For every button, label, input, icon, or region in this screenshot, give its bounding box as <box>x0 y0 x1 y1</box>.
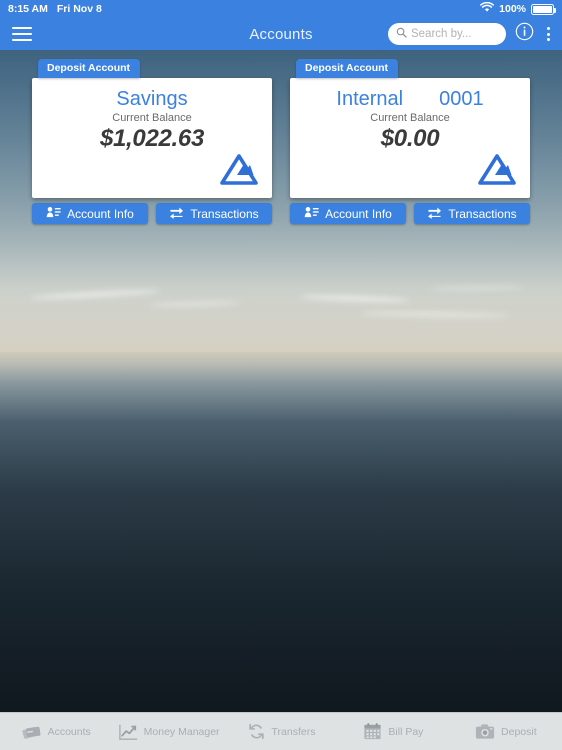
search-input-container[interactable] <box>388 23 506 45</box>
mountain-logo-icon <box>218 153 260 192</box>
battery-icon <box>531 3 557 15</box>
account-type-tab: Deposit Account <box>296 59 399 78</box>
calendar-icon <box>363 722 382 741</box>
cloud-wisp <box>429 285 526 291</box>
search-icon <box>396 25 407 43</box>
account-info-button-label: Account Info <box>325 206 392 221</box>
cloud-wisp <box>299 294 411 303</box>
tab-money-manager[interactable]: Money Manager <box>112 713 224 750</box>
cloud-wisp <box>149 300 241 308</box>
status-time: 8:15 AM <box>8 3 48 15</box>
mountain-logo-icon <box>476 153 518 192</box>
info-circle-icon[interactable] <box>515 22 534 46</box>
transactions-icon <box>169 206 184 222</box>
transactions-button[interactable]: Transactions <box>414 203 530 224</box>
refresh-arrows-icon <box>247 722 266 741</box>
tab-bill-pay[interactable]: Bill Pay <box>337 713 449 750</box>
tab-accounts-label: Accounts <box>47 725 91 738</box>
account-title-row: Savings <box>32 88 272 111</box>
balance-label: Current Balance <box>112 112 192 124</box>
account-type-tab: Deposit Account <box>38 59 141 78</box>
mountain-ridge-far <box>0 370 562 496</box>
transactions-button[interactable]: Transactions <box>156 203 272 224</box>
more-vertical-icon[interactable] <box>543 25 554 42</box>
tab-money-manager-label: Money Manager <box>143 725 220 738</box>
account-info-icon <box>304 206 319 221</box>
account-card: Deposit Account Internal 0001 Current Ba… <box>290 58 530 224</box>
mountain-ridge-mid <box>0 468 562 620</box>
tab-accounts[interactable]: Accounts <box>0 713 112 750</box>
account-info-button[interactable]: Account Info <box>32 203 148 224</box>
account-balance: $1,022.63 <box>99 125 205 152</box>
account-info-button[interactable]: Account Info <box>290 203 406 224</box>
chart-line-icon <box>118 723 138 741</box>
account-card-body[interactable]: Internal 0001 Current Balance $0.00 <box>290 78 530 198</box>
transactions-button-label: Transactions <box>448 206 517 221</box>
tab-transfers[interactable]: Transfers <box>225 713 337 750</box>
battery-percent: 100% <box>499 3 526 15</box>
cloud-wisp <box>29 288 161 301</box>
tab-deposit[interactable]: Deposit <box>450 713 562 750</box>
account-info-icon <box>46 206 61 221</box>
valley-mist <box>0 500 562 590</box>
navigation-bar: Accounts <box>0 18 562 50</box>
hamburger-menu-icon[interactable] <box>8 22 36 46</box>
account-card: Deposit Account Savings Current Balance … <box>32 58 272 224</box>
wifi-icon <box>480 1 495 16</box>
account-balance: $0.00 <box>380 125 440 152</box>
accounts-card-list: Deposit Account Savings Current Balance … <box>0 58 562 224</box>
tab-deposit-label: Deposit <box>501 725 537 738</box>
tab-bill-pay-label: Bill Pay <box>388 725 424 738</box>
account-number: 0001 <box>439 88 484 110</box>
status-bar: 8:15 AM Fri Nov 8 100% <box>0 0 562 18</box>
account-card-body[interactable]: Savings Current Balance $1,022.63 <box>32 78 272 198</box>
tab-transfers-label: Transfers <box>271 725 316 738</box>
account-actions: Account Info Transactions <box>290 203 530 224</box>
camera-icon <box>475 723 495 740</box>
status-date: Fri Nov 8 <box>56 3 102 15</box>
account-title-row: Internal 0001 <box>290 88 530 111</box>
transactions-button-label: Transactions <box>190 206 259 221</box>
bottom-tab-bar: Accounts Money Manager Transfers Bill Pa… <box>0 712 562 750</box>
account-info-button-label: Account Info <box>67 206 134 221</box>
balance-label: Current Balance <box>370 112 450 124</box>
cards-icon <box>21 723 42 741</box>
account-actions: Account Info Transactions <box>32 203 272 224</box>
app-root: 8:15 AM Fri Nov 8 100% Accounts Search b… <box>0 0 562 750</box>
mountain-ridge-far-secondary <box>0 437 562 542</box>
transactions-icon <box>427 206 442 222</box>
account-name: Internal <box>336 88 404 110</box>
search-input[interactable] <box>411 28 498 40</box>
account-name: Savings <box>116 88 188 110</box>
cloud-wisp <box>359 310 511 319</box>
